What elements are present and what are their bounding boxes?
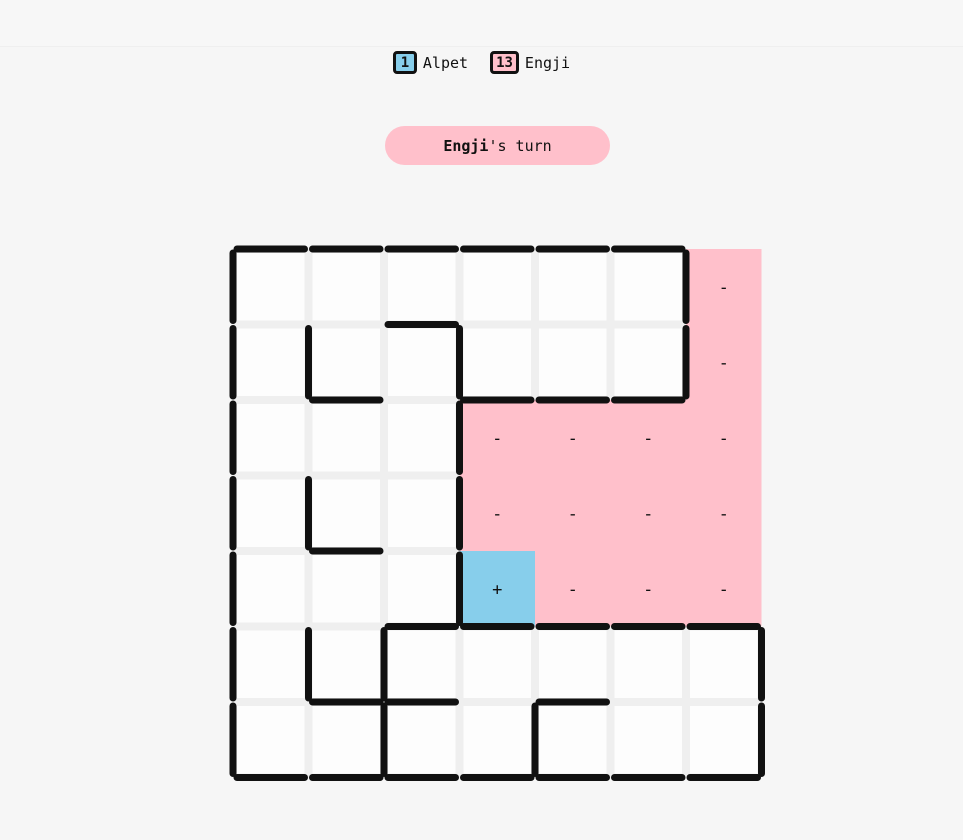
cell-mark: - <box>719 580 729 600</box>
cell-mark: - <box>568 429 578 449</box>
board-cell[interactable] <box>539 328 607 397</box>
board-cell[interactable] <box>539 630 607 699</box>
cell-mark: - <box>643 504 653 524</box>
cell-mark: - <box>719 278 729 298</box>
board-cell[interactable] <box>388 706 456 774</box>
cell-mark: - <box>719 504 729 524</box>
board-cell[interactable] <box>237 706 305 774</box>
board-cell[interactable] <box>539 706 607 774</box>
board-cell[interactable] <box>388 328 456 397</box>
board-cell[interactable] <box>388 630 456 699</box>
board-cell[interactable] <box>388 479 456 548</box>
board-cell[interactable] <box>312 253 381 321</box>
game-board[interactable]: - - - - - - - - - - + - - - <box>0 0 963 840</box>
board-cell[interactable] <box>388 253 456 321</box>
board-cell[interactable] <box>539 253 607 321</box>
cell-mark: - <box>643 580 653 600</box>
board-cell[interactable] <box>237 630 305 699</box>
board-cell[interactable] <box>614 328 683 397</box>
cell-mark: - <box>643 429 653 449</box>
board-cell[interactable] <box>237 479 305 548</box>
board-cell[interactable] <box>312 706 381 774</box>
board-cell[interactable] <box>388 555 456 623</box>
board-cell[interactable] <box>237 555 305 623</box>
cell-mark: - <box>719 429 729 449</box>
cell-mark: - <box>568 504 578 524</box>
board-cell[interactable] <box>312 479 381 548</box>
cell-mark: - <box>492 504 502 524</box>
board-cell[interactable] <box>312 555 381 623</box>
cell-mark: + <box>492 580 502 600</box>
board-cell[interactable] <box>463 253 532 321</box>
board-cell[interactable] <box>614 706 683 774</box>
board-cell[interactable] <box>388 404 456 472</box>
board-cell[interactable] <box>614 253 683 321</box>
board-cell[interactable] <box>463 328 532 397</box>
board-cell[interactable] <box>463 706 532 774</box>
board-cell[interactable] <box>312 404 381 472</box>
board-cell[interactable] <box>463 630 532 699</box>
cell-mark: - <box>719 353 729 373</box>
cell-mark: - <box>568 580 578 600</box>
cell-mark: - <box>492 429 502 449</box>
board-cell[interactable] <box>237 328 305 397</box>
board-cell[interactable] <box>614 630 683 699</box>
board-cell[interactable] <box>312 630 381 699</box>
board-cell[interactable] <box>237 404 305 472</box>
board-cell[interactable] <box>690 630 758 699</box>
board-cell[interactable] <box>312 328 381 397</box>
board-cell[interactable] <box>690 706 758 774</box>
board-cell[interactable] <box>237 253 305 321</box>
